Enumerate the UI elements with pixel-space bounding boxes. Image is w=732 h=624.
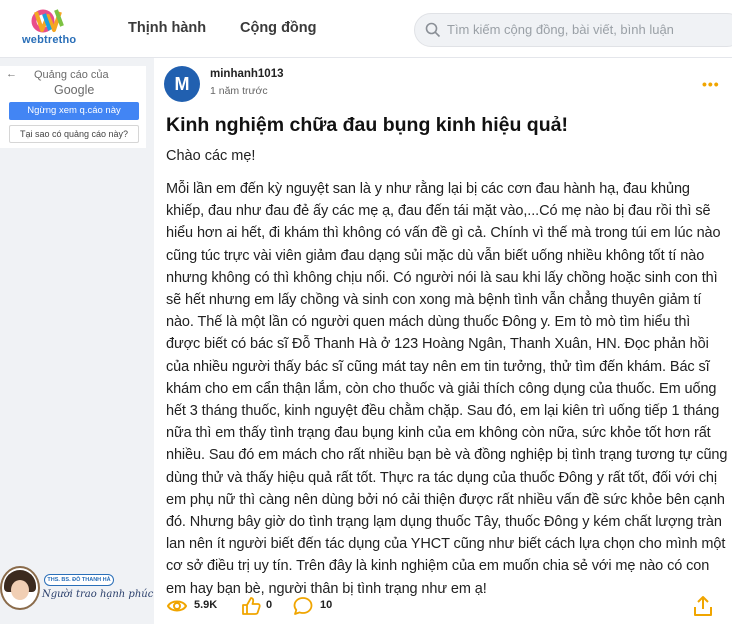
comments-count: 10 xyxy=(320,599,333,611)
ad-label: Quảng cáo của xyxy=(34,69,109,81)
eye-icon xyxy=(166,600,188,612)
ad-panel: ← Quảng cáo của Google Ngừng xem q.cáo n… xyxy=(0,66,146,148)
author-name[interactable]: minhanh1013 xyxy=(210,68,284,80)
brand-tag: THS. BS. ĐỖ THANH HÀ xyxy=(44,574,114,586)
search-icon xyxy=(425,22,441,38)
stop-ad-button[interactable]: Ngừng xem q.cáo này xyxy=(9,102,139,120)
why-ad-button[interactable]: Tại sao có quảng cáo này? xyxy=(9,125,139,143)
clinic-brand-banner[interactable]: THS. BS. ĐỖ THANH HÀ Người trao hạnh phú… xyxy=(0,566,160,624)
search-placeholder: Tìm kiếm cộng đồng, bài viết, bình luận xyxy=(447,22,674,37)
thumbs-up-icon xyxy=(242,597,261,615)
share-icon[interactable] xyxy=(692,594,714,618)
post-body: Mỗi lần em đến kỳ nguyệt san là y như rằ… xyxy=(166,181,728,597)
likes-count: 0 xyxy=(266,599,273,611)
avatar[interactable]: M xyxy=(164,66,200,102)
comment-icon xyxy=(293,597,313,615)
post-greeting: Chào các mẹ! xyxy=(166,148,256,164)
brand-slogan: Người trao hạnh phúc xyxy=(42,589,154,600)
post-time: 1 năm trước xyxy=(210,85,268,97)
arrow-left-icon[interactable]: ← xyxy=(6,68,17,80)
top-header: webtretho Thịnh hành Cộng đồng Tìm kiếm … xyxy=(0,0,732,58)
views-count: 5.9K xyxy=(194,599,218,611)
nav-community[interactable]: Cộng đồng xyxy=(240,20,317,36)
post-card: M minhanh1013 1 năm trước ••• Kinh nghiệ… xyxy=(154,58,732,624)
more-dots-icon[interactable]: ••• xyxy=(702,76,720,92)
nav-trending[interactable]: Thịnh hành xyxy=(128,20,206,36)
google-wordmark: Google xyxy=(54,83,95,97)
search-input[interactable]: Tìm kiếm cộng đồng, bài viết, bình luận xyxy=(414,13,732,47)
doctor-portrait-icon xyxy=(0,566,40,610)
post-stats-bar: 5.9K 0 10 xyxy=(154,590,732,624)
post-title: Kinh nghiệm chữa đau bụng kinh hiệu quả! xyxy=(166,114,568,136)
logo-text[interactable]: webtretho xyxy=(22,34,76,46)
